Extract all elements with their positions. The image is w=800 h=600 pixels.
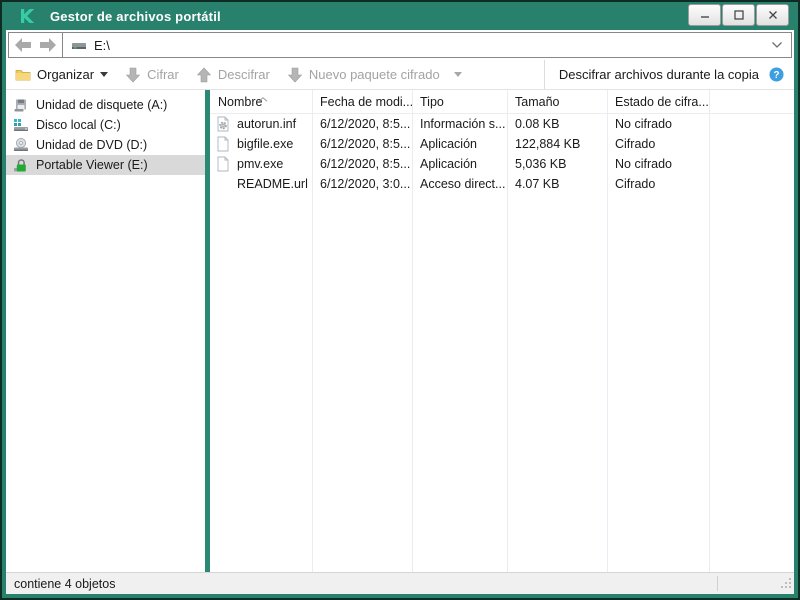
file-type: Acceso direct... <box>412 177 507 191</box>
column-divider <box>507 90 508 572</box>
file-size: 0.08 KB <box>507 117 607 131</box>
file-modified: 6/12/2020, 3:0... <box>312 177 412 191</box>
file-type: Información s... <box>412 117 507 131</box>
generic-file-icon <box>215 136 231 152</box>
drive-label: Unidad de DVD (D:) <box>36 138 147 152</box>
svg-text:?: ? <box>773 70 779 81</box>
file-encryption-status: No cifrado <box>607 117 709 131</box>
file-type: Aplicación <box>412 137 507 151</box>
sidebar-item-drive-d[interactable]: Unidad de DVD (D:) <box>6 135 205 155</box>
file-name: bigfile.exe <box>237 137 293 151</box>
file-modified: 6/12/2020, 8:5... <box>312 137 412 151</box>
file-list: Nombre Fecha de modi... Tipo Tamaño Esta… <box>210 90 794 572</box>
column-header-encryption-status[interactable]: Estado de cifra... <box>607 95 709 109</box>
close-button[interactable] <box>756 4 789 26</box>
status-text: contiene 4 objetos <box>14 577 115 591</box>
setup-info-file-icon <box>215 116 231 132</box>
sort-ascending-icon <box>258 91 268 105</box>
main-area: Unidad de disquete (A:) Disco local (C:)… <box>6 90 794 572</box>
maximize-icon <box>733 9 745 21</box>
window-title: Gestor de archivos portátil <box>50 9 221 24</box>
address-bar[interactable]: E:\ <box>62 32 792 58</box>
organize-button[interactable]: Organizar <box>15 67 108 83</box>
drive-label: Portable Viewer (E:) <box>36 158 148 172</box>
file-encryption-status: Cifrado <box>607 177 709 191</box>
lock-drive-icon <box>13 157 29 173</box>
column-divider <box>312 90 313 572</box>
file-modified: 6/12/2020, 8:5... <box>312 117 412 131</box>
file-encryption-status: Cifrado <box>607 137 709 151</box>
drive-label: Disco local (C:) <box>36 118 121 132</box>
file-size: 5,036 KB <box>507 157 607 171</box>
sidebar-item-drive-a[interactable]: Unidad de disquete (A:) <box>6 95 205 115</box>
floppy-drive-icon <box>13 97 29 113</box>
file-name: README.url <box>237 177 308 191</box>
file-name: autorun.inf <box>237 117 296 131</box>
column-header-size[interactable]: Tamaño <box>507 95 607 109</box>
file-encryption-status: No cifrado <box>607 157 709 171</box>
column-header-type[interactable]: Tipo <box>412 95 507 109</box>
encrypt-arrow-icon <box>125 67 141 83</box>
new-package-label: Nuevo paquete cifrado <box>309 67 440 82</box>
new-package-dropdown-icon <box>454 72 462 77</box>
nav-arrows <box>8 32 62 58</box>
drive-label: Unidad de disquete (A:) <box>36 98 167 112</box>
encrypt-button[interactable]: Cifrar <box>125 67 179 83</box>
decrypt-button[interactable]: Descifrar <box>196 67 270 83</box>
column-header-modified[interactable]: Fecha de modi... <box>312 95 412 109</box>
toolbar: Organizar Cifrar Descifrar Nuevo paque <box>6 60 794 90</box>
blank-icon-placeholder <box>215 176 231 192</box>
forward-button[interactable] <box>39 38 56 52</box>
new-package-arrow-icon <box>287 67 303 83</box>
toolbar-right: Descifrar archivos durante la copia ? <box>544 60 794 89</box>
resize-grip-icon[interactable] <box>781 578 792 592</box>
decrypt-arrow-icon <box>196 67 212 83</box>
back-arrow-icon <box>15 38 32 52</box>
navigation-bar: E:\ <box>6 30 794 60</box>
file-row-readme[interactable]: README.url 6/12/2020, 3:0... Acceso dire… <box>210 174 794 194</box>
file-name: pmv.exe <box>237 157 283 171</box>
file-row-pmv[interactable]: pmv.exe 6/12/2020, 8:5... Aplicación 5,0… <box>210 154 794 174</box>
window-content: E:\ Organizar Cifrar <box>6 30 794 594</box>
window-controls <box>688 4 789 26</box>
minimize-icon <box>699 9 711 21</box>
hard-drive-icon <box>13 117 29 133</box>
minimize-button[interactable] <box>688 4 721 26</box>
new-encrypted-package-button[interactable]: Nuevo paquete cifrado <box>287 67 462 83</box>
drive-icon <box>71 37 87 53</box>
file-row-autorun[interactable]: autorun.inf 6/12/2020, 8:5... Informació… <box>210 114 794 134</box>
dvd-drive-icon <box>13 137 29 153</box>
file-type: Aplicación <box>412 157 507 171</box>
column-divider <box>709 90 710 572</box>
decrypt-on-copy-label: Descifrar archivos durante la copia <box>559 67 759 82</box>
column-divider <box>412 90 413 572</box>
list-header: Nombre Fecha de modi... Tipo Tamaño Esta… <box>210 90 794 114</box>
organize-label: Organizar <box>37 67 94 82</box>
status-bar: contiene 4 objetos <box>6 572 794 594</box>
decrypt-label: Descifrar <box>218 67 270 82</box>
folder-icon <box>15 67 31 83</box>
organize-dropdown-icon <box>100 72 108 77</box>
forward-arrow-icon <box>39 38 56 52</box>
status-bar-divider <box>717 576 718 591</box>
portable-file-manager-window: Gestor de archivos portátil <box>0 0 800 600</box>
drive-sidebar: Unidad de disquete (A:) Disco local (C:)… <box>6 90 205 572</box>
maximize-button[interactable] <box>722 4 755 26</box>
address-text: E:\ <box>94 38 110 53</box>
file-size: 4.07 KB <box>507 177 607 191</box>
help-icon[interactable]: ? <box>769 67 784 82</box>
encrypt-label: Cifrar <box>147 67 179 82</box>
file-row-bigfile[interactable]: bigfile.exe 6/12/2020, 8:5... Aplicación… <box>210 134 794 154</box>
generic-file-icon <box>215 156 231 172</box>
column-divider <box>607 90 608 572</box>
title-bar: Gestor de archivos portátil <box>2 2 798 30</box>
kaspersky-logo-icon <box>17 6 37 26</box>
sidebar-item-drive-c[interactable]: Disco local (C:) <box>6 115 205 135</box>
sidebar-item-drive-e[interactable]: Portable Viewer (E:) <box>6 155 205 175</box>
file-modified: 6/12/2020, 8:5... <box>312 157 412 171</box>
close-icon <box>767 9 779 21</box>
back-button[interactable] <box>15 38 32 52</box>
file-size: 122,884 KB <box>507 137 607 151</box>
chevron-down-icon[interactable] <box>771 41 783 49</box>
